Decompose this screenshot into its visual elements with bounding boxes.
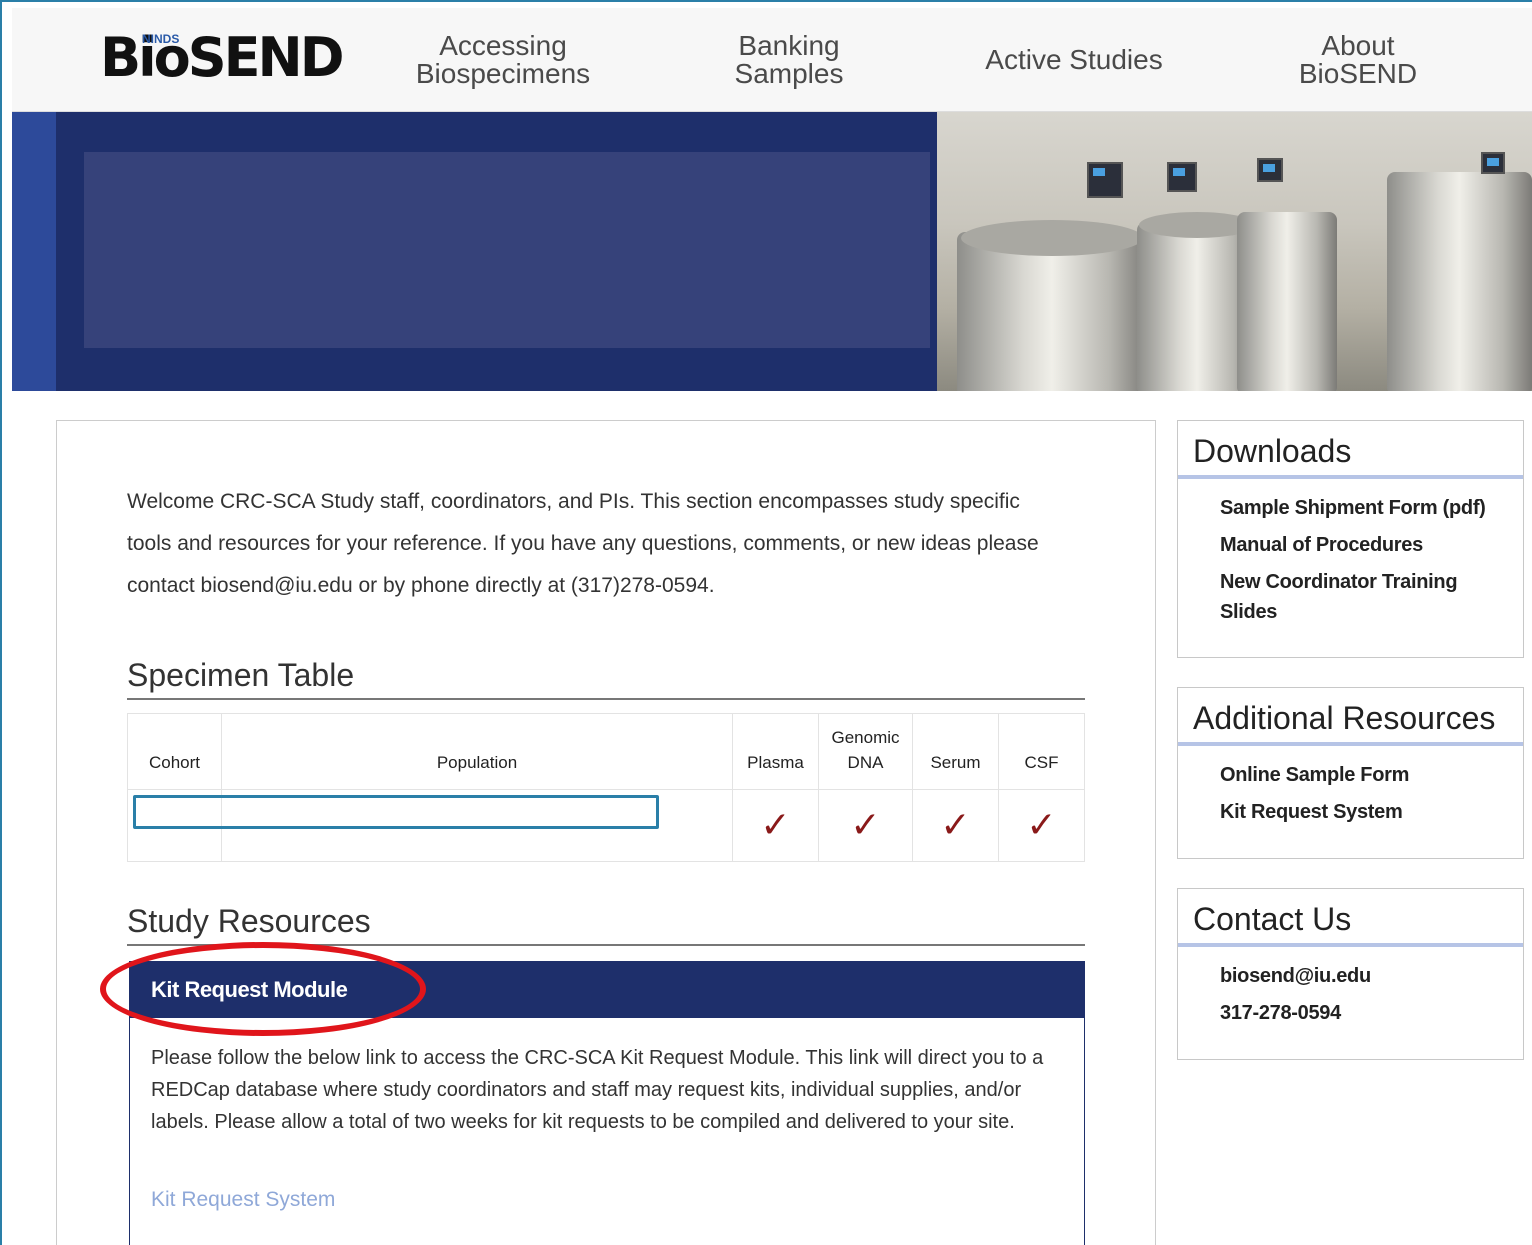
contact-us-title: Contact Us bbox=[1178, 889, 1523, 947]
contact-phone: 317-278-0594 bbox=[1220, 1002, 1341, 1024]
freezer-tank bbox=[1237, 212, 1337, 391]
nav-label-line2: BioSEND bbox=[1298, 58, 1418, 89]
nav-about-biosend[interactable]: About BioSEND bbox=[1278, 8, 1438, 112]
col-serum: Serum bbox=[912, 713, 999, 790]
cell-csf: ✓ bbox=[998, 789, 1085, 862]
lab-freezer-photo bbox=[937, 112, 1532, 391]
freezer-control-panel bbox=[1481, 152, 1505, 174]
nav-label-line1: Banking bbox=[738, 30, 840, 61]
freezer-control-panel bbox=[1167, 162, 1197, 192]
nav-label: Active Studies bbox=[985, 44, 1163, 75]
checkmark-icon: ✓ bbox=[850, 805, 881, 846]
cell-serum: ✓ bbox=[912, 789, 999, 862]
banner-edge bbox=[12, 112, 56, 391]
contact-email[interactable]: biosend@iu.edu bbox=[1220, 961, 1523, 991]
main-content-card: Welcome CRC-SCA Study staff, coordinator… bbox=[56, 420, 1156, 1245]
nav-active-studies[interactable]: Active Studies bbox=[968, 8, 1180, 112]
specimen-table-heading: Specimen Table bbox=[127, 657, 1085, 700]
specimen-table: Cohort Population Plasma Genomic DNA Ser… bbox=[127, 713, 1085, 862]
nav-label-line2: Biospecimens bbox=[415, 58, 591, 89]
online-sample-form-link[interactable]: Online Sample Form bbox=[1220, 760, 1523, 790]
downloads-title: Downloads bbox=[1178, 421, 1523, 479]
nav-label-line1: Accessing bbox=[439, 30, 567, 61]
col-plasma: Plasma bbox=[732, 713, 819, 790]
freezer-tank bbox=[1387, 172, 1532, 391]
nav-label-line1: About bbox=[1321, 30, 1395, 61]
kit-request-system-sidebar-link[interactable]: Kit Request System bbox=[1220, 797, 1523, 827]
downloads-box: Downloads Sample Shipment Form (pdf) Man… bbox=[1177, 420, 1524, 658]
banner-text-panel bbox=[84, 152, 930, 348]
checkmark-icon: ✓ bbox=[760, 805, 791, 846]
kit-request-system-link[interactable]: Kit Request System bbox=[151, 1188, 335, 1212]
focused-cell-outline bbox=[133, 795, 659, 829]
checkmark-icon: ✓ bbox=[1026, 805, 1057, 846]
cell-genomic-dna: ✓ bbox=[818, 789, 913, 862]
downloads-links: Sample Shipment Form (pdf) Manual of Pro… bbox=[1178, 479, 1523, 627]
nav-banking-samples[interactable]: Banking Samples bbox=[698, 8, 880, 112]
logo-text: BioSEND bbox=[100, 26, 345, 89]
site-header: BioSEND NINDS Accessing Biospecimens Bank… bbox=[12, 8, 1532, 112]
freezer-control-panel bbox=[1257, 158, 1283, 182]
table-header-row: Cohort Population Plasma Genomic DNA Ser… bbox=[127, 713, 1085, 790]
additional-resources-title: Additional Resources bbox=[1178, 688, 1523, 746]
contact-us-box: Contact Us biosend@iu.edu 317-278-0594 bbox=[1177, 888, 1524, 1060]
download-coordinator-training-slides[interactable]: New Coordinator Training Slides bbox=[1213, 567, 1483, 627]
cell-plasma: ✓ bbox=[732, 789, 819, 862]
col-csf: CSF bbox=[998, 713, 1085, 790]
additional-resources-links: Online Sample Form Kit Request System bbox=[1178, 746, 1523, 827]
freezer-lid bbox=[961, 220, 1143, 256]
checkmark-icon: ✓ bbox=[940, 805, 971, 846]
col-genomic-dna: Genomic DNA bbox=[818, 713, 913, 790]
welcome-paragraph: Welcome CRC-SCA Study staff, coordinator… bbox=[127, 490, 1039, 597]
kit-request-panel: Kit Request Module Please follow the bel… bbox=[129, 961, 1085, 1245]
col-population: Population bbox=[221, 713, 733, 790]
study-resources-heading: Study Resources bbox=[127, 903, 1085, 946]
kit-request-description: Please follow the below link to access t… bbox=[151, 1047, 1044, 1133]
contact-details: biosend@iu.edu 317-278-0594 bbox=[1178, 947, 1523, 1028]
kit-request-module-title[interactable]: Kit Request Module bbox=[130, 962, 1084, 1018]
col-cohort: Cohort bbox=[127, 713, 222, 790]
additional-resources-box: Additional Resources Online Sample Form … bbox=[1177, 687, 1524, 859]
download-manual-of-procedures[interactable]: Manual of Procedures bbox=[1220, 530, 1523, 560]
hero-banner bbox=[12, 112, 1532, 391]
biosend-logo[interactable]: BioSEND NINDS bbox=[100, 26, 345, 89]
nav-accessing-biospecimens[interactable]: Accessing Biospecimens bbox=[398, 8, 608, 112]
logo-superscript: NINDS bbox=[142, 32, 180, 46]
nav-label-line2: Samples bbox=[734, 58, 844, 89]
freezer-control-panel bbox=[1087, 162, 1123, 198]
download-sample-shipment-form[interactable]: Sample Shipment Form (pdf) bbox=[1220, 493, 1523, 523]
